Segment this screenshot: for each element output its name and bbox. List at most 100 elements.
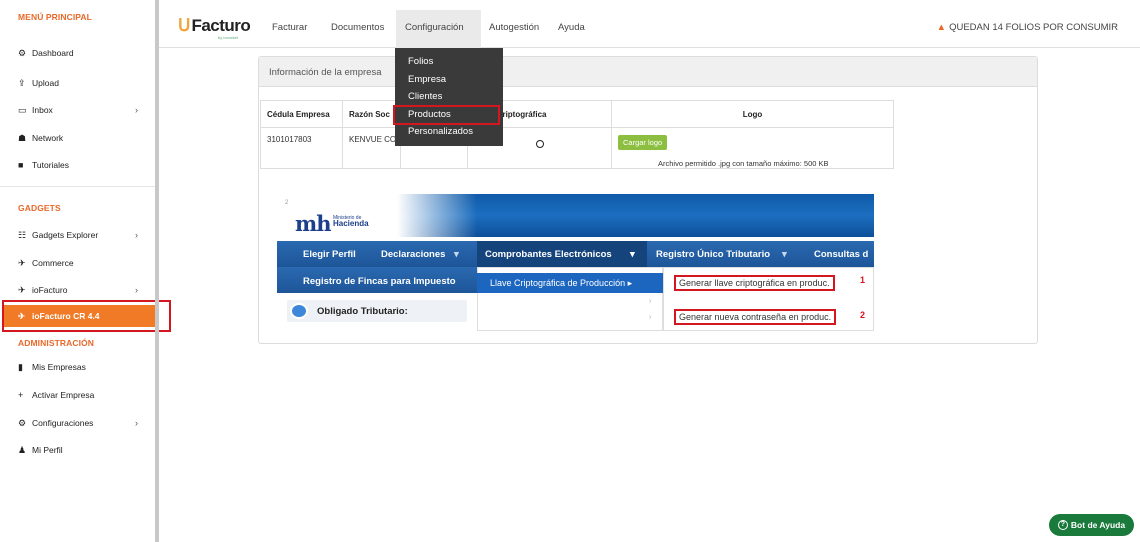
bell-icon: ▲ — [936, 22, 947, 33]
cell-cedula: 3101017803 — [260, 127, 343, 169]
nav-facturar[interactable]: Facturar — [272, 22, 307, 33]
company-table: Cédula Empresa Razón Soc sa Llave Cripto… — [260, 100, 894, 169]
nav-ayuda[interactable]: Ayuda — [558, 22, 585, 33]
chevron-right-icon: › — [135, 418, 138, 428]
inbox-icon: ▭ — [18, 104, 27, 115]
nav-configuracion[interactable]: Configuración — [405, 22, 464, 33]
help-icon: ? — [1057, 520, 1068, 530]
cell-logo: Cargar logo Archivo permitido .jpg con t… — [611, 127, 894, 169]
nav-documentos[interactable]: Documentos — [331, 22, 384, 33]
sidebar-item-iofacturo[interactable]: ✈ ioFacturo › — [18, 282, 148, 298]
user-circle-icon — [290, 303, 308, 319]
section-title-gadgets: GADGETS — [18, 203, 61, 213]
rocket-icon: ✈ — [18, 284, 26, 295]
menu-item-clientes[interactable]: Clientes — [395, 88, 503, 106]
table-row: 3101017803 KENVUE CO Cargar logo Archivo… — [260, 127, 894, 169]
menu-consultas[interactable]: Consultas d — [814, 249, 868, 260]
sidebar-item-commerce[interactable]: ✈ Commerce — [18, 255, 148, 271]
panel-header: Información de la empresa — [259, 57, 1037, 87]
folios-text: QUEDAN 14 FOLIOS POR CONSUMIR — [949, 22, 1118, 33]
menu-item-personalizados[interactable]: Personalizados — [395, 123, 503, 141]
sidebar-item-mis-empresas[interactable]: ▮ Mis Empresas — [18, 359, 148, 375]
nav-autogestion[interactable]: Autogestión — [489, 22, 539, 33]
sidebar-item-tutoriales[interactable]: ■ Tutoriales — [18, 157, 148, 173]
col-header: Logo — [611, 100, 894, 128]
sidebar-item-label: ioFacturo — [32, 285, 68, 295]
divider — [0, 186, 155, 187]
step-number: 2 — [285, 200, 289, 206]
building-icon: ▮ — [18, 361, 23, 372]
key-status-icon[interactable] — [535, 140, 544, 148]
user-icon: ♟ — [18, 444, 27, 455]
highlight-box — [2, 300, 171, 332]
sidebar-item-label: Inbox — [32, 105, 53, 115]
sidebar-item-label: Upload — [32, 78, 59, 88]
upload-logo-button[interactable]: Cargar logo — [618, 135, 668, 150]
menu-declaraciones[interactable]: Declaraciones — [381, 249, 445, 260]
top-nav: ᑌ Facturo by ioxocket Facturar Documento… — [159, 10, 1140, 48]
sidebar-item-inbox[interactable]: ▭ Inbox › — [18, 102, 148, 118]
step-number: 1 — [860, 275, 866, 285]
chevron-right-icon: › — [649, 298, 652, 305]
sidebar-divider — [155, 0, 159, 542]
table-header-row: Cédula Empresa Razón Soc sa Llave Cripto… — [260, 100, 894, 128]
sidebar-item-mi-perfil[interactable]: ♟ Mi Perfil — [18, 442, 148, 458]
chevron-right-icon: › — [649, 314, 652, 321]
sidebar-item-label: Tutoriales — [32, 160, 70, 170]
sidebar-item-label: Activar Empresa — [32, 390, 95, 400]
grid-icon: ☷ — [18, 229, 27, 240]
logo-mark-icon: ᑌ — [178, 16, 191, 35]
sidebar-item-dashboard[interactable]: ⚙ Dashboard — [18, 45, 148, 61]
chevron-right-icon: › — [135, 105, 138, 115]
sidebar-item-configuraciones[interactable]: ⚙ Configuraciones › — [18, 415, 148, 431]
sidebar-item-gadgets-explorer[interactable]: ☷ Gadgets Explorer › — [18, 227, 148, 243]
plus-icon: + — [18, 390, 24, 400]
col-header: Razón Soc — [342, 100, 401, 128]
menu-comprobantes[interactable]: Comprobantes Electrónicos — [485, 249, 612, 260]
hacienda-screenshot: 2 mh Ministerio de Hacienda Elegir Perfil… — [277, 194, 874, 331]
sidebar-item-network[interactable]: ☗ Network — [18, 130, 148, 146]
folios-notice[interactable]: ▲ QUEDAN 14 FOLIOS POR CONSUMIR — [937, 22, 1118, 33]
panel-title: Información de la empresa — [269, 67, 382, 78]
file-note: Archivo permitido .jpg con tamaño máximo… — [658, 159, 829, 168]
hacienda-logo-sub: Ministerio de Hacienda — [333, 215, 369, 228]
top-strip — [159, 0, 1140, 10]
sidebar-item-label: Commerce — [32, 258, 74, 268]
chevron-down-icon: ▾ — [454, 249, 459, 260]
network-icon: ☗ — [18, 132, 27, 143]
hacienda-submenu-row: Registro de Fincas para Impuesto — [277, 267, 477, 293]
sidebar-item-upload[interactable]: ⇪ Upload — [18, 75, 148, 91]
upload-icon: ⇪ — [18, 77, 26, 88]
menu-item-empresa[interactable]: Empresa — [395, 71, 503, 89]
logo[interactable]: ᑌ Facturo by ioxocket — [178, 16, 251, 40]
logo-subtext: by ioxocket — [218, 35, 239, 40]
menu-label: Llave Criptográfica de Producción ▸ — [490, 278, 633, 288]
sidebar-item-label: Mi Perfil — [32, 445, 63, 455]
menu-registro-unico[interactable]: Registro Único Tributario — [656, 249, 770, 260]
option-generar-llave[interactable]: Generar llave criptográfica en produc. — [674, 275, 835, 291]
cogs-icon: ⚙ — [18, 417, 27, 428]
obligado-label: Obligado Tributario: — [317, 306, 408, 317]
config-dropdown: Folios Empresa Clientes Productos Person… — [395, 48, 503, 146]
step-number: 2 — [860, 310, 866, 320]
menu-registro-fincas[interactable]: Registro de Fincas para Impuesto — [303, 276, 456, 287]
sidebar-item-label: Dashboard — [32, 48, 74, 58]
sidebar: MENÚ PRINCIPAL ⚙ Dashboard ⇪ Upload ▭ In… — [0, 0, 155, 542]
menu-llave-criptografica[interactable]: Llave Criptográfica de Producción ▸ — [477, 273, 663, 293]
logo-text: Facturo — [191, 16, 251, 35]
video-icon: ■ — [18, 160, 24, 170]
section-title-admin: ADMINISTRACIÓN — [18, 338, 95, 348]
bot-label: Bot de Ayuda — [1070, 520, 1126, 530]
option-nueva-contrasena[interactable]: Generar nueva contraseña en produc. — [674, 309, 837, 325]
cell-razon: KENVUE CO — [342, 127, 401, 169]
highlight-box — [393, 105, 500, 125]
menu-item-folios[interactable]: Folios — [395, 53, 503, 71]
help-bot-button[interactable]: ? Bot de Ayuda — [1049, 514, 1134, 536]
chevron-down-icon: ▾ — [630, 249, 635, 260]
sidebar-item-activar-empresa[interactable]: + Activar Empresa — [18, 387, 148, 403]
section-title-main: MENÚ PRINCIPAL — [18, 12, 92, 22]
sidebar-item-label: Mis Empresas — [32, 362, 86, 372]
chevron-right-icon: › — [135, 230, 138, 240]
chevron-right-icon: › — [135, 285, 138, 295]
menu-elegir-perfil[interactable]: Elegir Perfil — [303, 249, 356, 260]
